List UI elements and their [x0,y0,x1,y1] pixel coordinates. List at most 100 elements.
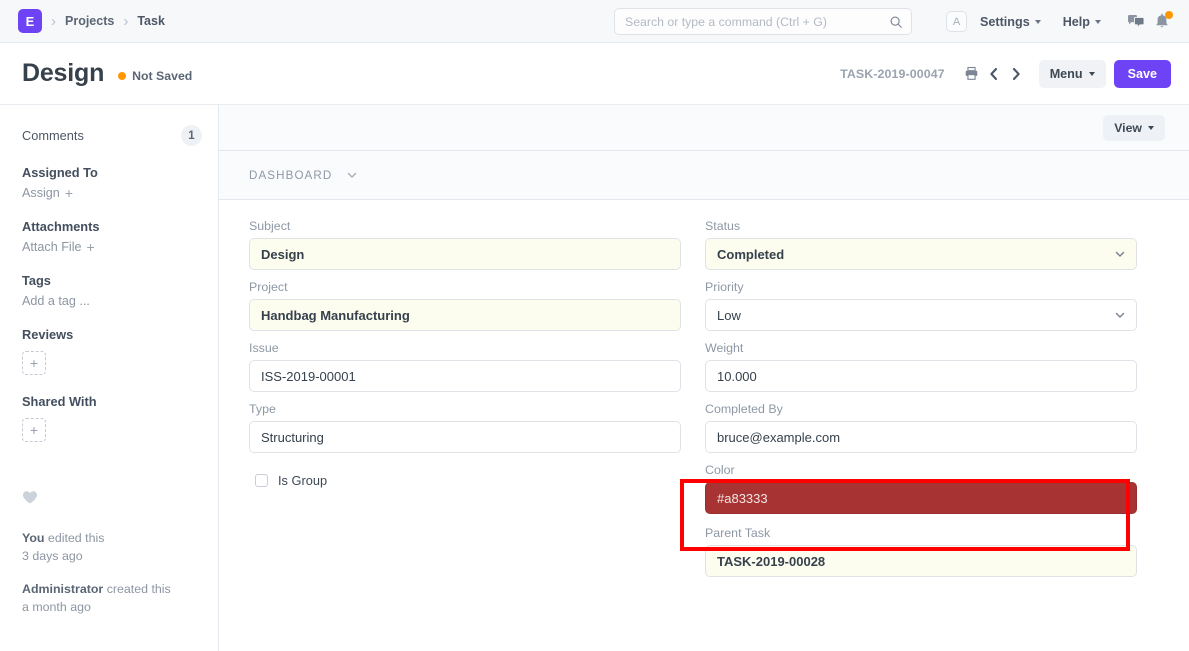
field-is-group: Is Group [249,473,681,488]
add-review-button[interactable]: + [22,351,46,375]
page-title: Design [22,59,105,87]
field-label-parent-task: Parent Task [705,526,771,540]
priority-select[interactable]: Low [705,299,1137,331]
assigned-to-label: Assigned To [22,165,98,180]
chevron-down-icon [348,172,357,178]
view-button[interactable]: View [1103,114,1165,141]
field-label-weight: Weight [705,341,744,355]
breadcrumb-task[interactable]: Task [137,14,165,28]
form-column-right: Status Completed Priority Low Weight 10.… [705,219,1137,651]
weight-input[interactable]: 10.000 [705,360,1137,392]
assign-button[interactable]: Assign + [22,186,202,200]
notification-badge-dot [1165,10,1173,19]
chevron-left-icon [990,67,997,80]
sidebar-section-shared-with: Shared With + [22,394,202,442]
breadcrumb-projects[interactable]: Projects [65,14,114,28]
status-select[interactable]: Completed [705,238,1137,270]
field-label-completed-by: Completed By [705,402,783,416]
navbar-right-cluster: A Settings Help [946,0,1175,43]
field-parent-task: Parent Task TASK-2019-00028 [705,526,1137,577]
document-sidebar: Comments 1 Assigned To Assign + Attachme… [0,105,218,651]
field-issue: Issue ISS-2019-00001 [249,341,681,392]
type-input[interactable]: Structuring [249,421,681,453]
project-input[interactable]: Handbag Manufacturing [249,299,681,331]
page-body: Comments 1 Assigned To Assign + Attachme… [0,105,1189,651]
assign-label: Assign [22,186,60,200]
color-input[interactable]: #a83333 [705,482,1137,514]
plus-icon: + [29,422,39,438]
chevron-down-icon [1148,125,1154,130]
sidebar-section-attachments: Attachments Attach File + [22,219,202,254]
field-type: Type Structuring [249,402,681,453]
completed-by-input[interactable]: bruce@example.com [705,421,1137,453]
card-toolbar: View [219,105,1189,151]
form-fields-area: Subject Design Project Handbag Manufactu… [219,200,1189,651]
document-id: TASK-2019-00047 [840,66,945,81]
audit-time: 3 days ago [22,548,83,563]
heart-icon [23,491,37,504]
parent-task-input[interactable]: TASK-2019-00028 [705,545,1137,577]
chat-button[interactable] [1123,9,1149,35]
avatar-letter: A [952,15,961,28]
section-header-dashboard[interactable]: DASHBOARD [219,151,1189,200]
notifications-button[interactable] [1149,9,1175,35]
printer-icon [965,66,978,80]
audit-actor: Administrator [22,581,104,596]
like-button[interactable] [22,490,202,510]
help-menu[interactable]: Help [1063,15,1101,29]
field-label-color: Color [705,463,735,477]
form-column-left: Subject Design Project Handbag Manufactu… [249,219,681,651]
plus-icon: + [86,239,95,255]
global-search[interactable] [614,8,912,35]
plus-icon: + [64,185,73,201]
save-button-label: Save [1127,66,1157,81]
menu-button-label: Menu [1049,66,1083,81]
menu-button[interactable]: Menu [1038,59,1106,88]
add-tag-input[interactable]: Add a tag ... [22,294,202,308]
help-label: Help [1062,14,1090,29]
save-status-indicator: Not Saved [118,69,192,83]
status-dot-icon [118,71,127,80]
field-label-project: Project [249,280,288,294]
app-logo-letter: E [25,13,35,29]
field-completed-by: Completed By bruce@example.com [705,402,1137,453]
next-document-button[interactable] [1005,61,1027,87]
chat-icon [1127,14,1145,28]
page-header-actions: TASK-2019-00047 Menu Save [840,59,1171,88]
field-subject: Subject Design [249,219,681,270]
breadcrumb-separator-icon: › [123,12,129,30]
sidebar-section-reviews: Reviews + [22,327,202,375]
field-label-status: Status [705,219,741,233]
add-shared-user-button[interactable]: + [22,418,46,442]
field-label-subject: Subject [249,219,291,233]
subject-input[interactable]: Design [249,238,681,270]
settings-menu[interactable]: Settings [980,15,1041,29]
comments-label: Comments [22,128,84,143]
shared-with-label: Shared With [22,394,97,409]
search-input[interactable] [625,14,889,29]
chevron-down-icon [1095,19,1101,24]
field-status: Status Completed [705,219,1137,270]
is-group-checkbox[interactable] [255,474,268,487]
breadcrumb-separator-icon: › [51,12,56,30]
reviews-label: Reviews [22,327,74,342]
attachments-label: Attachments [22,219,100,234]
app-logo-icon[interactable]: E [18,9,42,33]
tags-label: Tags [22,273,51,288]
sidebar-section-comments[interactable]: Comments 1 [22,125,202,146]
avatar[interactable]: A [946,11,968,32]
field-priority: Priority Low [705,280,1137,331]
sidebar-section-tags: Tags Add a tag ... [22,273,202,308]
comments-count-badge: 1 [181,125,202,146]
top-navbar: E › Projects › Task A Settings Help [0,0,1189,43]
save-button[interactable]: Save [1113,59,1171,88]
previous-document-button[interactable] [983,61,1005,87]
audit-entry-created: Administrator created this a month ago [22,581,202,617]
audit-action: created this [103,581,171,596]
field-label-issue: Issue [249,341,279,355]
issue-input[interactable]: ISS-2019-00001 [249,360,681,392]
print-button[interactable] [961,61,983,87]
chevron-right-icon [1012,67,1020,80]
attach-file-button[interactable]: Attach File + [22,240,202,254]
page-header: Design Not Saved TASK-2019-00047 Menu Sa… [0,43,1189,105]
